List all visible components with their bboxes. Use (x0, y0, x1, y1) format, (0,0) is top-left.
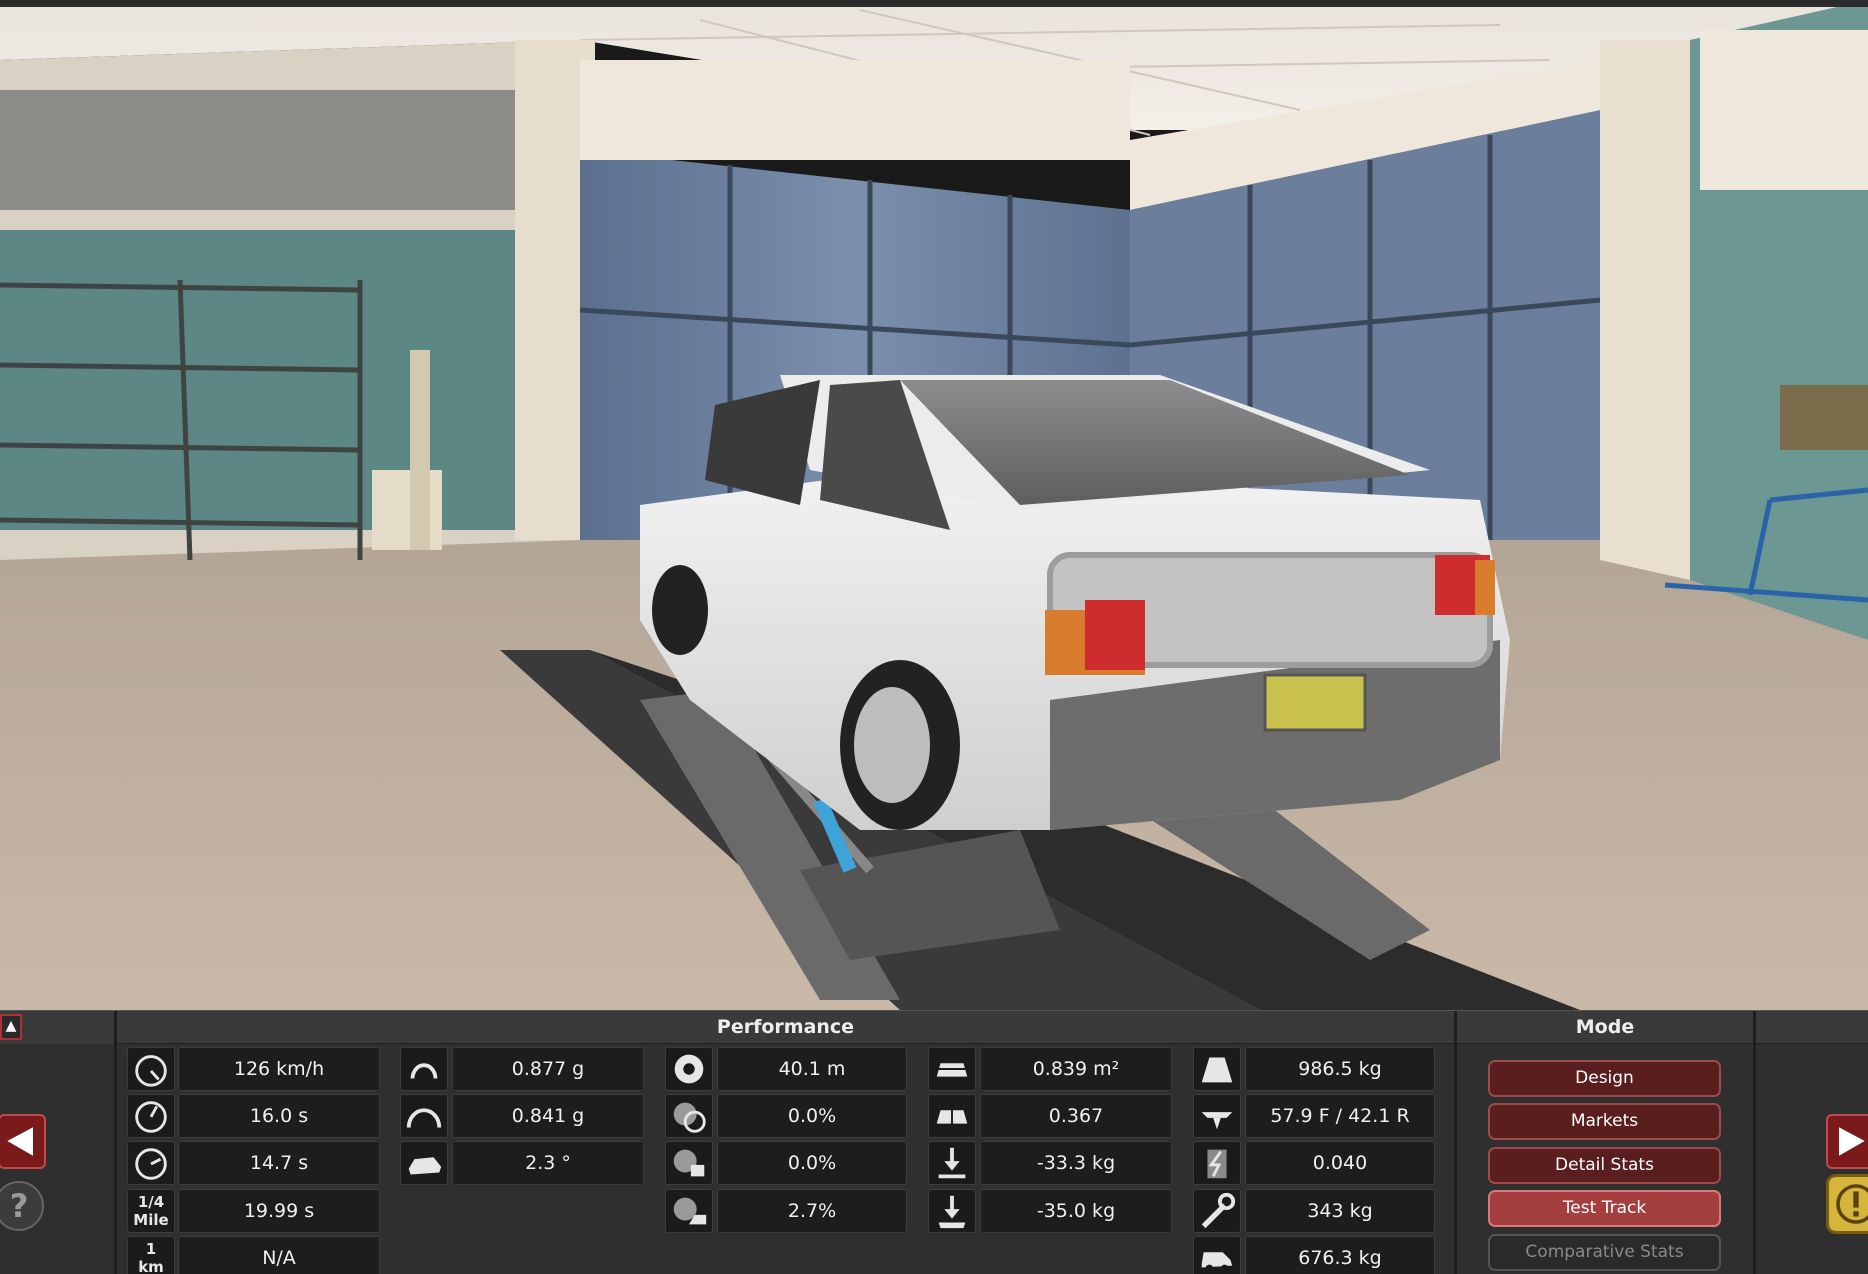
cornering-high-value: 0.841 g (452, 1094, 644, 1138)
quarter-mile-icon: 1/4 Mile (127, 1189, 175, 1233)
divider (1753, 1011, 1756, 1274)
wheel-drive-value: 2.7% (717, 1189, 907, 1233)
left-panel-header: ▲ (0, 1011, 114, 1044)
braking-distance-value: 40.1 m (717, 1047, 907, 1091)
one-km-value: N/A (178, 1236, 380, 1274)
drag-coefficient-icon (928, 1094, 976, 1138)
acceleration-0-100-icon (127, 1094, 175, 1138)
weight-icon (1193, 1047, 1241, 1091)
warning-icon (1836, 1184, 1868, 1224)
divider (114, 1011, 117, 1274)
car-3d-viewport[interactable] (0, 0, 1868, 1010)
weight-value: 986.5 kg (1245, 1047, 1435, 1091)
body-roll-icon (400, 1141, 448, 1185)
wheel-drive-icon (665, 1189, 713, 1233)
rear-downforce-icon (928, 1189, 976, 1233)
braking-distance-icon (665, 1047, 713, 1091)
weight-distribution-value: 57.9 F / 42.1 R (1245, 1094, 1435, 1138)
quarter-mile-value: 19.99 s (178, 1189, 380, 1233)
collapse-panel-button[interactable]: ▲ (0, 1014, 22, 1040)
service-cost-icon (1193, 1189, 1241, 1233)
previous-arrow-button[interactable] (0, 1114, 46, 1169)
acceleration-80-120-icon (127, 1141, 175, 1185)
test-track-mode-button[interactable]: Test Track (1488, 1190, 1721, 1227)
next-arrow-button[interactable] (1826, 1114, 1868, 1169)
divider (1454, 1011, 1457, 1274)
acceleration-value: 16.0 s (178, 1094, 380, 1138)
front-downforce-value: -33.3 kg (980, 1141, 1172, 1185)
garage-scene (0, 0, 1868, 1010)
brake-fade-icon (665, 1141, 713, 1185)
cornering-g-icon (400, 1047, 448, 1091)
comparative-stats-mode-button[interactable]: Comparative Stats (1488, 1234, 1721, 1271)
right-panel-header (1756, 1011, 1868, 1044)
arrow-right-icon (1839, 1127, 1865, 1156)
brake-fade-value: 0.0% (717, 1141, 907, 1185)
top-speed-value: 126 km/h (178, 1047, 380, 1091)
top-toolbar-strip (0, 0, 1868, 7)
cornering-g-large-icon (400, 1094, 448, 1138)
arrow-left-icon (7, 1127, 33, 1156)
frontal-area-value: 0.839 m² (980, 1047, 1172, 1091)
warning-button[interactable] (1826, 1174, 1868, 1234)
understeer-value: 0.0% (717, 1094, 907, 1138)
body-roll-value: 2.3 ° (452, 1141, 644, 1185)
passing-acceleration-value: 14.7 s (178, 1141, 380, 1185)
weight-distribution-icon (1193, 1094, 1241, 1138)
drag-coefficient-value: 0.367 (980, 1094, 1172, 1138)
performance-header: Performance (117, 1011, 1454, 1044)
one-km-icon: 1 km (127, 1236, 175, 1274)
tech-pool-value: 0.040 (1245, 1141, 1435, 1185)
speedometer-low-icon (127, 1047, 175, 1091)
markets-mode-button[interactable]: Markets (1488, 1103, 1721, 1140)
tech-pool-icon (1193, 1141, 1241, 1185)
service-cost-value: 343 kg (1245, 1189, 1435, 1233)
rear-downforce-value: -35.0 kg (980, 1189, 1172, 1233)
towing-capacity-icon (1193, 1236, 1241, 1274)
design-mode-button[interactable]: Design (1488, 1060, 1721, 1097)
understeer-icon (665, 1094, 713, 1138)
frontal-area-icon (928, 1047, 976, 1091)
mode-header: Mode (1457, 1011, 1753, 1044)
front-downforce-icon (928, 1141, 976, 1185)
detail-stats-mode-button[interactable]: Detail Stats (1488, 1147, 1721, 1184)
towing-capacity-value: 676.3 kg (1245, 1236, 1435, 1274)
cornering-low-value: 0.877 g (452, 1047, 644, 1091)
